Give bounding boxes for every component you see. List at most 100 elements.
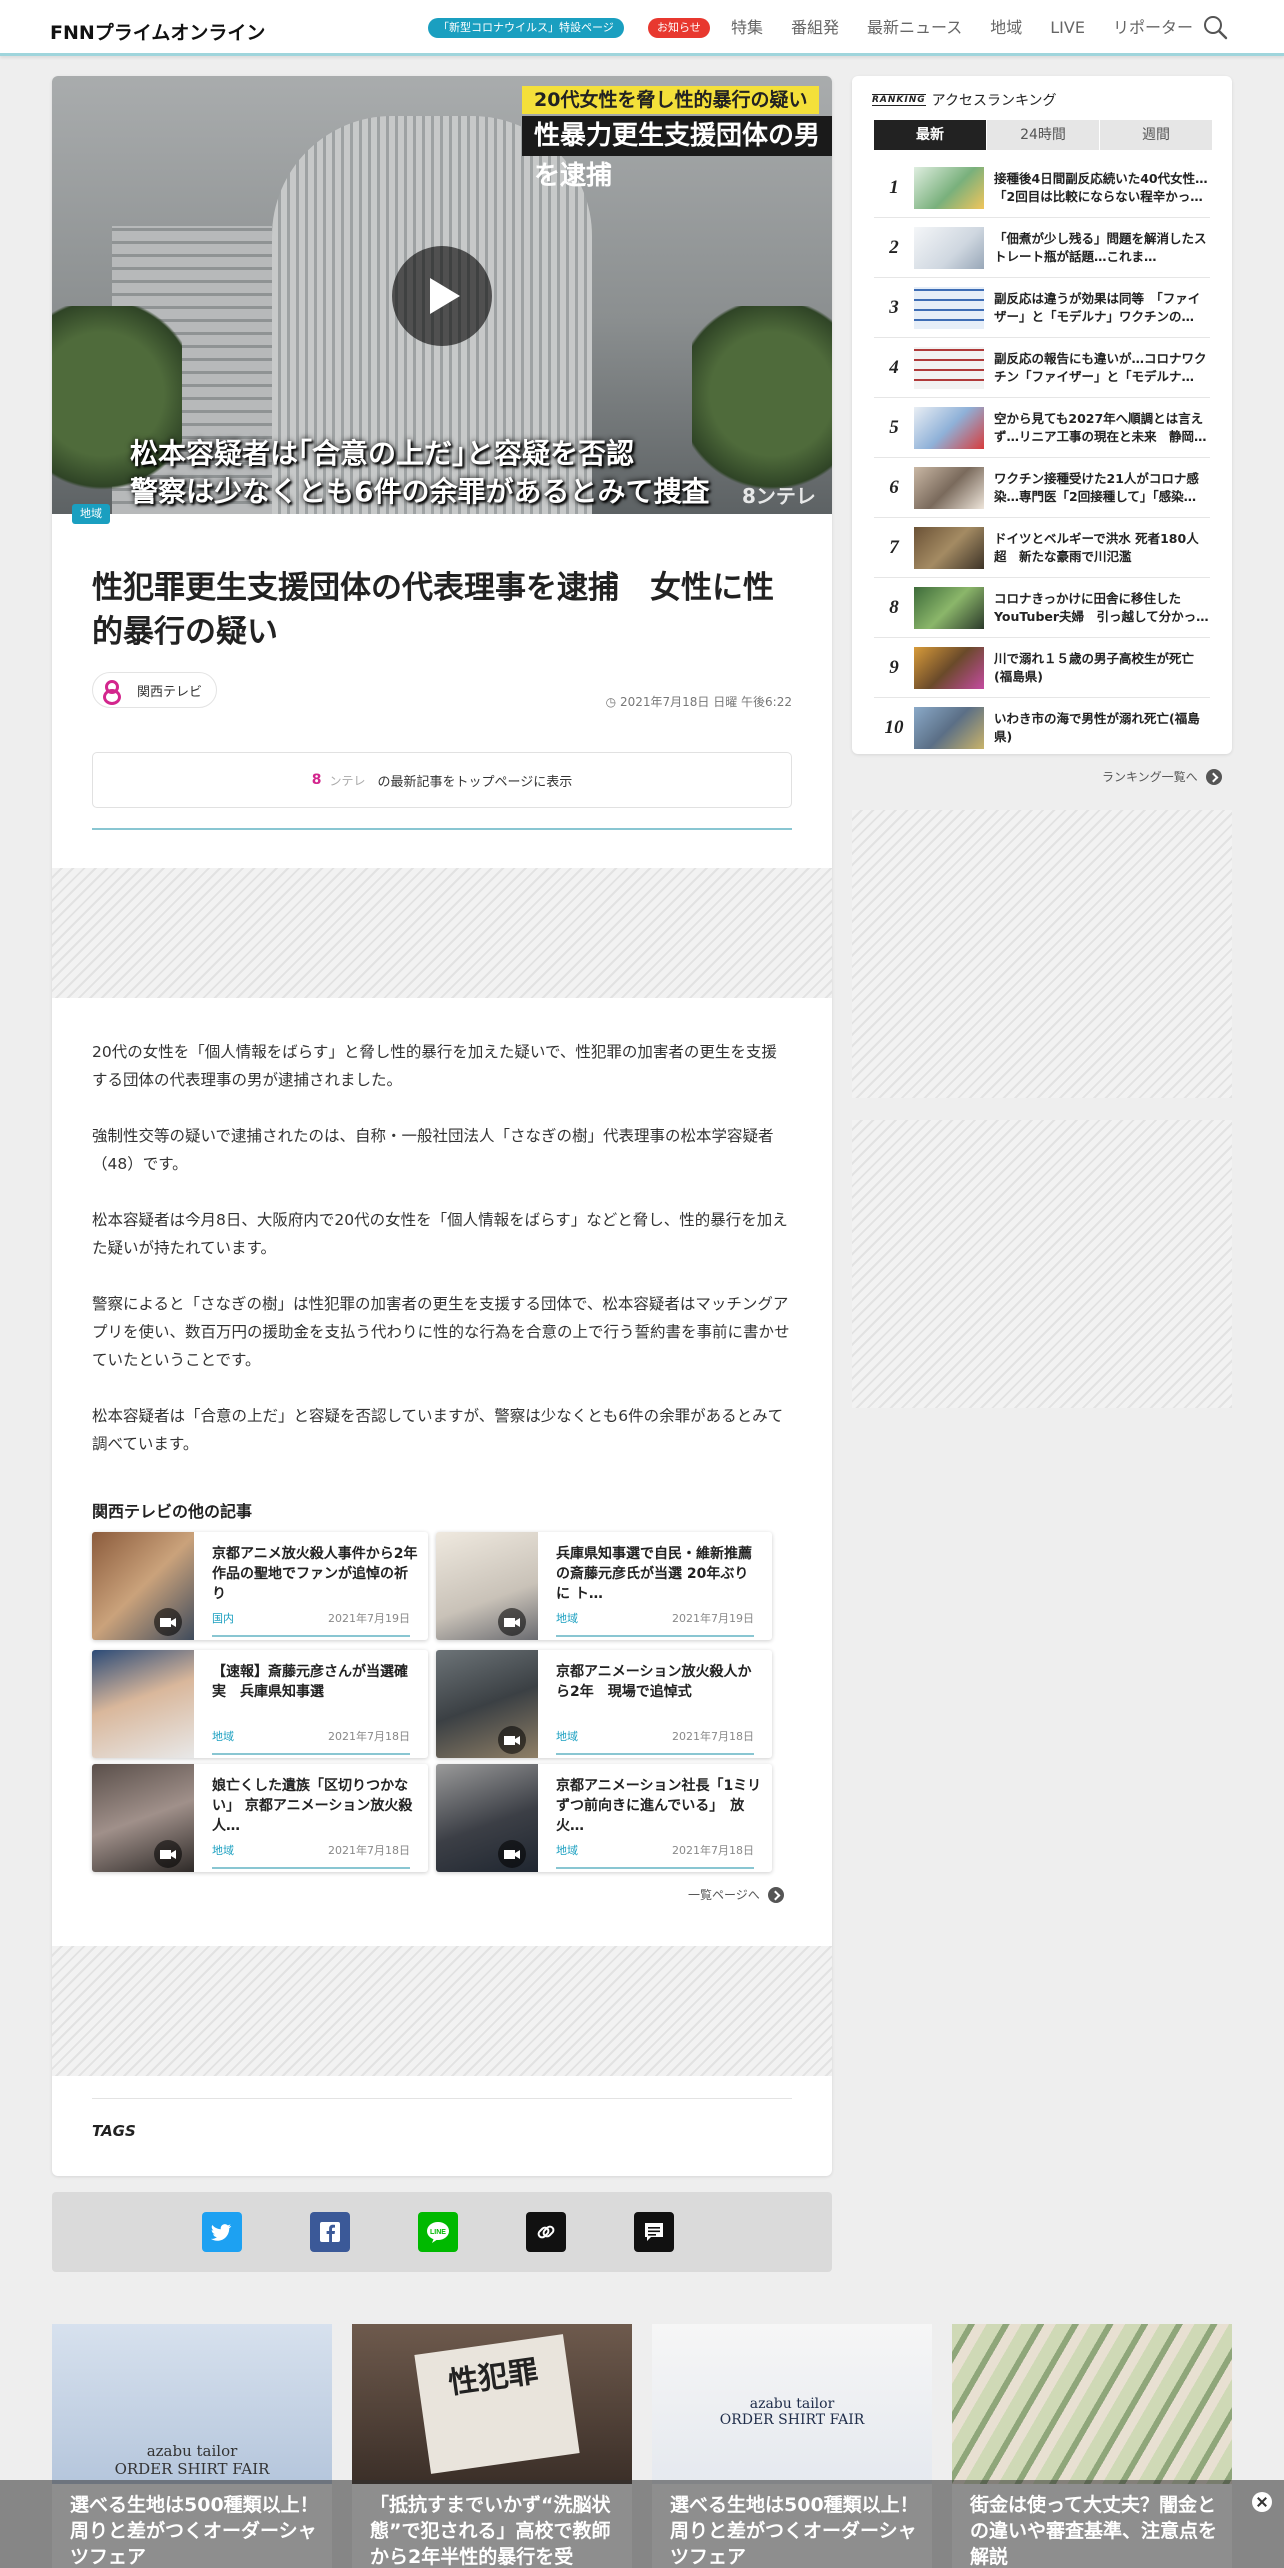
tags-label: TAGS (92, 2122, 136, 2140)
ranking-item[interactable]: 10 いわき市の海で男性が溺れ死亡(福島県) (874, 698, 1210, 758)
related-category: 地域 (212, 1730, 234, 1743)
ranking-item[interactable]: 9 川で溺れ１５歳の男子高校生が死亡(福島県) (874, 638, 1210, 698)
rank-thumb (914, 406, 984, 449)
rank-title: 接種後4日間副反応続いた40代女性…「2回目は比較にならない程辛かっ… (994, 170, 1208, 204)
ranking-item[interactable]: 4 副反応の報告にも違いが…コロナワクチン「ファイザー」と「モデルナ… (874, 338, 1210, 398)
ranking-item[interactable]: 8 コロナきっかけに田舎に移住したYouTuber夫婦 引っ越して分かっ… (874, 578, 1210, 638)
nav-item-live[interactable]: LIVE (1050, 17, 1085, 39)
recommend-title[interactable]: 選べる生地は500種類以上！周りと差がつくオーダーシャツフェア (70, 2492, 320, 2568)
recommend-title[interactable]: 選べる生地は500種類以上！周りと差がつくオーダーシャツフェア (670, 2492, 920, 2568)
related-more-link[interactable]: 一覧ページへ (688, 1886, 784, 1903)
notice-link[interactable]: お知らせ (648, 18, 710, 38)
close-icon[interactable] (1252, 2492, 1272, 2512)
ranking-panel: RANKING アクセスランキング 最新 24時間 週間 1 接種後4日間副反応続… (852, 76, 1232, 754)
source-name: 関西テレビ (137, 684, 203, 700)
related-title: 娘亡くした遺族「区切りつかない」 京都アニメーション放火殺人… (212, 1778, 413, 1834)
article-paragraph: 警察によると「さなぎの樹」は性犯罪の加害者の更生を支援する団体で、松本容疑者はマ… (92, 1295, 790, 1369)
sidebar-ad-slot[interactable] (852, 810, 1232, 1098)
nav-item-feature[interactable]: 特集 (731, 17, 763, 39)
line-share-button[interactable]: LINE (418, 2212, 458, 2252)
nav-item-program[interactable]: 番組発 (791, 17, 839, 39)
ad-slot[interactable] (52, 1946, 832, 2076)
link-icon (537, 2225, 555, 2239)
recommend-image: 性犯罪 (352, 2324, 632, 2484)
rank-title: いわき市の海で男性が溺れ死亡(福島県) (994, 711, 1200, 744)
related-article-card[interactable]: 娘亡くした遺族「区切りつかない」 京都アニメーション放火殺人… 地域 2021年… (92, 1764, 428, 1872)
related-article-card[interactable]: 京都アニメ放火殺人事件から2年 作品の聖地でファンが追悼の祈り 国内 2021年… (92, 1532, 428, 1640)
related-date: 2021年7月18日 (328, 1730, 410, 1743)
ranking-item[interactable]: 2 「佃煮が少し残る」問題を解消したストレート瓶が話題…これま… (874, 218, 1210, 278)
article-paragraph: 20代の女性を「個人情報をばらす」と脅し性的暴行を加えた疑いで、性犯罪の加害者の… (92, 1043, 777, 1089)
rank-thumb (914, 526, 984, 569)
hero-caption-2: 警察は少なくとも6件の余罪があるとみて捜査 (130, 475, 710, 508)
rank-number: 5 (889, 416, 899, 438)
video-icon (498, 1840, 526, 1868)
article-paragraph: 松本容疑者は今月8日、大阪府内で20代の女性を「個人情報をばらす」などと脅し、性… (92, 1211, 788, 1257)
ranking-item[interactable]: 1 接種後4日間副反応続いた40代女性…「2回目は比較にならない程辛かっ… (874, 158, 1210, 218)
related-article-card[interactable]: 兵庫県知事選で自民・維新推薦の斎藤元彦氏が当選 20年ぶりに ト… 地域 202… (436, 1532, 772, 1640)
play-button[interactable] (392, 246, 492, 346)
recommend-title[interactable]: 「抵抗すまでいかず“洗脳状態”で犯される」高校で教師から2年半性的暴行を受 (370, 2492, 620, 2568)
source-chip[interactable]: 関西テレビ (92, 672, 218, 708)
rank-number: 3 (889, 296, 899, 318)
facebook-icon (320, 2222, 340, 2242)
ranking-item[interactable]: 7 ドイツとベルギーで洪水 死者180人超 新たな豪雨で川氾濫 (874, 518, 1210, 578)
video-icon (498, 1726, 526, 1754)
ranking-item[interactable]: 6 ワクチン接種受けた21人がコロナ感染…専門医「2回接種して」「感染… (874, 458, 1210, 518)
related-category: 地域 (556, 1730, 578, 1743)
ranking-more-link[interactable]: ランキング一覧へ (1102, 768, 1222, 785)
sidebar-ad-slot[interactable] (852, 1120, 1232, 1408)
site-logo[interactable]: FNNプライムオンライン (50, 18, 265, 45)
tab-latest[interactable]: 最新 (874, 120, 986, 150)
comment-button[interactable] (634, 2212, 674, 2252)
clock-icon: ◷ (605, 695, 620, 709)
hero-subheadline: 20代女性を脅し性的暴行の疑い (522, 86, 820, 114)
facebook-share-button[interactable] (310, 2212, 350, 2252)
rank-number: 4 (889, 356, 899, 378)
recommend-title[interactable]: 街金は使って大丈夫？闇金との違いや審査基準、注意点を解説 (970, 2492, 1220, 2568)
related-article-card[interactable]: 【速報】斎藤元彦さんが当選確実 兵庫県知事選 地域 2021年7月18日 (92, 1650, 428, 1758)
rank-thumb (914, 646, 984, 689)
recommend-image (952, 2324, 1232, 2484)
rank-number: 10 (884, 717, 904, 738)
article-paragraph: 強制性交等の疑いで逮捕されたのは、自称・一般社団法人「さなぎの樹」代表理事の松本… (92, 1127, 774, 1173)
rank-number: 2 (889, 236, 899, 258)
play-icon (430, 278, 460, 314)
ad-slot[interactable] (52, 868, 832, 998)
ranking-item[interactable]: 5 空から見ても2027年へ順調とは言えず…リニア工事の現在と未来 静岡… (874, 398, 1210, 458)
divider (212, 1867, 410, 1869)
twitter-share-button[interactable] (202, 2212, 242, 2252)
related-article-card[interactable]: 京都アニメーション放火殺人から2年 現場で追悼式 地域 2021年7月18日 (436, 1650, 772, 1758)
rank-title: ワクチン接種受けた21人がコロナ感染…専門医「2回接種して」「感染… (994, 470, 1199, 504)
kantele-logo-icon: 8 (311, 772, 322, 788)
divider (92, 2098, 792, 2099)
related-article-card[interactable]: 京都アニメーション社長「1ミリずつ前向きに進んでいる」 放火… 地域 2021年… (436, 1764, 772, 1872)
video-player[interactable]: 20代女性を脅し性的暴行の疑い 性暴力更生支援団体の男を逮捕 松本容疑者は｢合意… (52, 76, 832, 514)
copy-link-button[interactable] (526, 2212, 566, 2252)
tab-24h[interactable]: 24時間 (987, 120, 1099, 150)
ranking-item[interactable]: 3 副反応は違うが効果は同等 「ファイザー」と「モデルナ」ワクチンの… (874, 278, 1210, 338)
covid-special-link[interactable]: 「新型コロナウイルス」特設ページ (428, 18, 624, 38)
line-icon: LINE (427, 2222, 449, 2243)
related-thumb (92, 1650, 194, 1758)
nav-item-region[interactable]: 地域 (990, 17, 1022, 39)
show-on-top-button[interactable]: 8 ンテレ の最新記事をトップページに表示 (92, 752, 792, 808)
divider (212, 1753, 410, 1755)
recommend-image: azabu tailor ORDER SHIRT FAIR (652, 2324, 932, 2484)
divider (556, 1753, 754, 1755)
tab-weekly[interactable]: 週間 (1100, 120, 1212, 150)
nav-item-latest[interactable]: 最新ニュース (867, 17, 962, 39)
video-icon (154, 1840, 182, 1868)
nav-item-reporter[interactable]: リポーター (1113, 17, 1193, 39)
related-category: 地域 (556, 1612, 578, 1625)
article-card: 20代女性を脅し性的暴行の疑い 性暴力更生支援団体の男を逮捕 松本容疑者は｢合意… (52, 76, 832, 2176)
hero-headline: 性暴力更生支援団体の男を逮捕 (522, 116, 832, 191)
recommend-image-text: 性犯罪 (414, 2334, 580, 2474)
related-category: 地域 (556, 1844, 578, 1857)
category-badge[interactable]: 地域 (72, 504, 110, 524)
search-icon[interactable] (1202, 14, 1228, 40)
rank-thumb (914, 466, 984, 509)
rank-number: 6 (889, 476, 899, 498)
divider (92, 828, 792, 830)
divider (556, 1867, 754, 1869)
